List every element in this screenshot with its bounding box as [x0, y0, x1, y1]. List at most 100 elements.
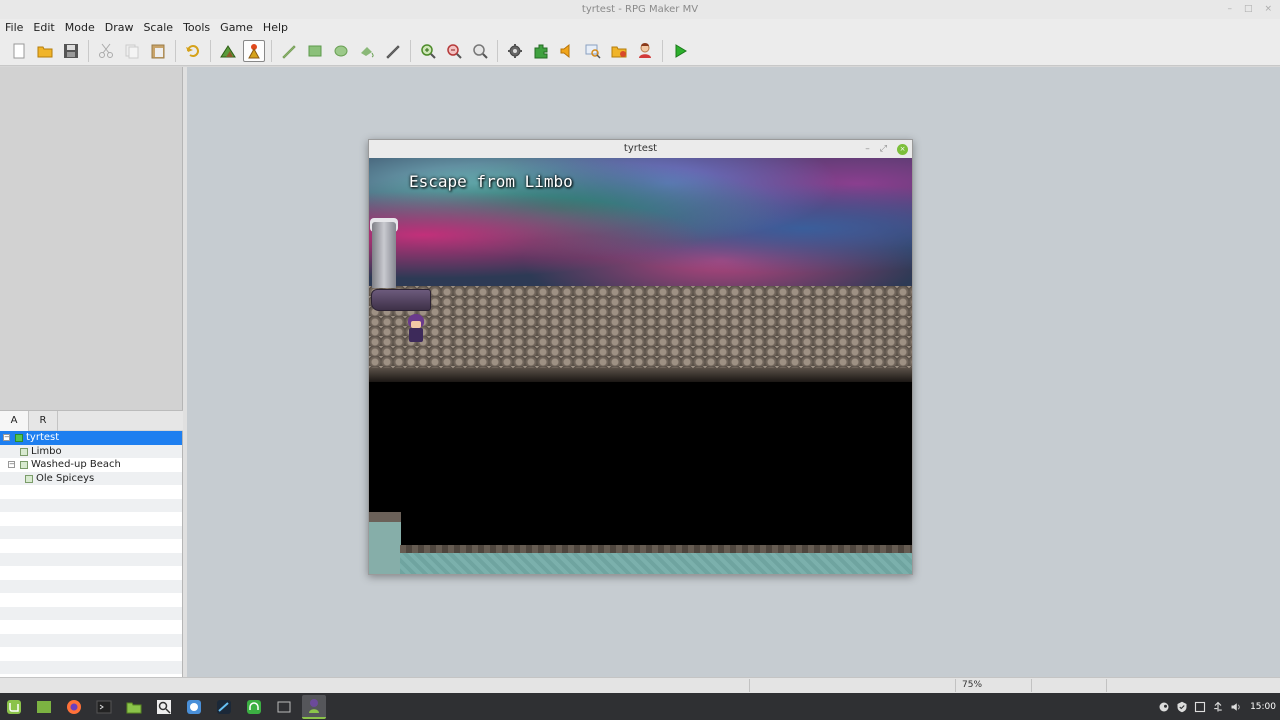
window-button[interactable] [272, 695, 296, 719]
app-tray-button[interactable] [1194, 701, 1206, 713]
event-search-button[interactable] [582, 40, 604, 62]
headset-button[interactable] [242, 695, 266, 719]
terminal-button[interactable] [92, 695, 116, 719]
firefox-icon [67, 699, 81, 714]
event-mode-button[interactable] [243, 39, 265, 62]
undo-button[interactable] [182, 40, 204, 62]
show-desktop-icon [37, 700, 51, 713]
character-generator-icon [639, 42, 651, 58]
zoom-actual-button[interactable] [469, 40, 491, 62]
steam-tray-button[interactable] [1158, 701, 1170, 713]
menu-tools[interactable]: Tools [178, 19, 215, 36]
game-close-button[interactable]: × [897, 143, 908, 155]
map-mode-button[interactable] [217, 40, 239, 62]
paste-button[interactable] [147, 40, 169, 62]
collapse-icon[interactable]: − [3, 434, 10, 441]
fill-button[interactable] [356, 40, 378, 62]
tab-a[interactable]: A [0, 411, 29, 431]
copy-button[interactable] [121, 40, 143, 62]
project-icon [15, 434, 23, 442]
menu-game[interactable]: Game [215, 19, 258, 36]
ellipse-button[interactable] [330, 40, 352, 62]
coffin-sprite [371, 289, 431, 311]
plugin-manager-button[interactable] [530, 40, 552, 62]
tree-item-label: Ole Spiceys [36, 472, 95, 484]
tree-empty-row [0, 633, 182, 647]
cobblestone-ground [369, 286, 912, 382]
resource-manager-button[interactable] [608, 40, 630, 62]
shadow-pen-icon [386, 44, 400, 59]
close-button[interactable]: × [1264, 0, 1272, 19]
network-tray-button[interactable] [1212, 701, 1224, 713]
menu-file[interactable]: File [0, 19, 28, 36]
tree-item-map[interactable]: − Washed-up Beach [0, 458, 182, 472]
toolbar-separator [410, 39, 411, 62]
status-divider [749, 679, 750, 692]
firefox-button[interactable] [62, 695, 86, 719]
toolbar-separator [271, 39, 272, 62]
search-tool-button[interactable] [152, 695, 176, 719]
pencil-button[interactable] [278, 40, 300, 62]
shadow-pen-button[interactable] [382, 40, 404, 62]
chromium-button[interactable] [182, 695, 206, 719]
plugin-manager-icon [534, 44, 548, 58]
clock[interactable]: 15:00 [1250, 702, 1276, 712]
rpg-maker-taskbar-button[interactable] [302, 694, 326, 719]
search-tool-icon [157, 699, 171, 714]
menu-help[interactable]: Help [258, 19, 293, 36]
window-controls: – □ × [1227, 0, 1272, 19]
minimize-button[interactable]: – [1227, 0, 1232, 19]
menu-draw[interactable]: Draw [100, 19, 139, 36]
player-character [406, 314, 426, 344]
tree-empty-row [0, 647, 182, 661]
open-project-button[interactable] [34, 40, 56, 62]
hero-body [409, 328, 423, 342]
tree-item-label: tyrtest [26, 432, 60, 443]
game-window[interactable]: tyrtest – ⤢ × Escape from Limbo [368, 139, 913, 575]
new-icon [13, 43, 25, 58]
tree-item-map[interactable]: Ole Spiceys [0, 471, 182, 485]
character-generator-button[interactable] [634, 40, 656, 62]
menu-bar: File Edit Mode Draw Scale Tools Game Hel… [0, 19, 1280, 36]
game-minimize-button[interactable]: – [865, 140, 870, 158]
new-project-button[interactable] [8, 40, 30, 62]
terminal-icon [96, 700, 112, 713]
tree-item-map[interactable]: Limbo [0, 444, 182, 458]
files-button[interactable] [122, 695, 146, 719]
maximize-button[interactable]: □ [1244, 0, 1253, 19]
show-desktop-button[interactable] [32, 695, 56, 719]
tree-empty-row [0, 620, 182, 634]
ellipse-icon [334, 45, 348, 56]
menu-scale[interactable]: Scale [138, 19, 178, 36]
playtest-icon [675, 43, 687, 58]
menu-edit[interactable]: Edit [28, 19, 59, 36]
shield-tray-button[interactable] [1176, 701, 1188, 713]
sound-test-button[interactable] [556, 40, 578, 62]
tileset-palette[interactable] [0, 67, 183, 410]
event-mode-icon [248, 43, 260, 58]
tree-empty-row [0, 566, 182, 580]
save-project-button[interactable] [60, 40, 82, 62]
zoom-out-button[interactable] [443, 40, 465, 62]
steam-button[interactable] [212, 695, 236, 719]
volume-tray-button[interactable] [1230, 701, 1242, 713]
rectangle-button[interactable] [304, 40, 326, 62]
collapse-icon[interactable]: − [8, 461, 15, 468]
menu-mode[interactable]: Mode [60, 19, 100, 36]
database-button[interactable] [504, 40, 526, 62]
tree-item-project[interactable]: − tyrtest [0, 431, 182, 445]
mint-menu-button[interactable] [2, 695, 26, 719]
tab-r[interactable]: R [29, 411, 58, 431]
game-maximize-button[interactable]: ⤢ [880, 140, 887, 158]
system-tray: 15:00 [1158, 693, 1276, 720]
sound-test-icon [560, 43, 570, 58]
tree-empty-row [0, 579, 182, 593]
cut-icon [99, 43, 113, 58]
zoom-in-button[interactable] [417, 40, 439, 62]
playtest-button[interactable] [669, 40, 691, 62]
taskbar: 15:00 [0, 693, 1280, 720]
tree-empty-row [0, 525, 182, 539]
app-title-bar: tyrtest - RPG Maker MV – □ × [0, 0, 1280, 19]
water-tiles [400, 553, 912, 574]
cut-button[interactable] [95, 40, 117, 62]
